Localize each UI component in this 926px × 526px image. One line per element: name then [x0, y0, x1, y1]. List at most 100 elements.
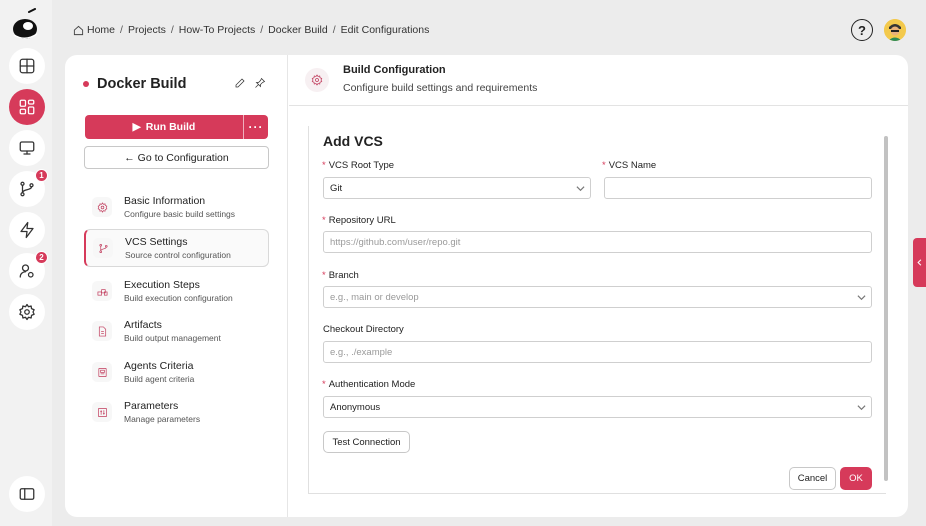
breadcrumb: Home / Projects / How-To Projects / Dock… [73, 24, 429, 36]
vcs-root-type-label: * VCS Root Type [322, 160, 394, 171]
breadcrumb-how-to-projects[interactable]: How-To Projects [179, 24, 255, 36]
form-scrollbar[interactable] [884, 136, 888, 481]
file-icon [92, 321, 112, 341]
repository-url-label: * Repository URL [322, 215, 396, 226]
nav-subtitle: Build execution configuration [124, 292, 233, 303]
nav-subtitle: Build agent criteria [124, 373, 195, 384]
label-text: Branch [328, 270, 359, 281]
label-text: VCS Name [608, 160, 657, 171]
label-text: Authentication Mode [328, 379, 416, 390]
checkout-directory-label: Checkout Directory [323, 324, 404, 335]
avatar-icon [884, 19, 906, 41]
breadcrumb-projects[interactable]: Projects [128, 24, 166, 36]
label-text: Repository URL [328, 215, 396, 226]
nav-title: Parameters [124, 399, 179, 412]
nav-execution-steps[interactable]: Execution Steps Build execution configur… [84, 272, 269, 310]
lightning-icon [20, 221, 34, 239]
vcs-name-input[interactable] [604, 177, 872, 199]
pin-icon[interactable] [254, 77, 266, 89]
go-to-configuration-button[interactable]: ← Go to Configuration [84, 146, 269, 169]
branch-select[interactable]: e.g., main or develop [323, 286, 872, 308]
chevron-down-icon [857, 293, 866, 302]
git-branch-icon [20, 181, 34, 197]
chevron-down-icon [576, 184, 585, 193]
branch-icon [93, 238, 113, 258]
vcs-name-label: * VCS Name [602, 160, 656, 171]
user-settings-icon [19, 264, 34, 278]
vcs-root-type-select[interactable]: Git [323, 177, 591, 199]
breadcrumb-current: Edit Configurations [340, 24, 430, 36]
collapse-panel-tab[interactable] [913, 238, 926, 287]
form-title: Add VCS [323, 133, 383, 149]
nav-subtitle: Build output management [124, 332, 221, 343]
breadcrumb-docker-build[interactable]: Docker Build [268, 24, 328, 36]
main-card: Docker Build ▶ Run Build ··· ← Go to Con… [65, 55, 908, 517]
repository-url-input[interactable]: https://github.com/user/repo.git [323, 231, 872, 253]
triggers-nav-button[interactable] [9, 212, 45, 248]
help-button[interactable]: ? [851, 19, 873, 41]
project-name: Docker Build [97, 76, 187, 92]
checkout-directory-input[interactable]: e.g., ./example [323, 341, 872, 363]
required-mark: * [602, 160, 606, 171]
run-build-more-button[interactable]: ··· [243, 115, 268, 139]
branches-badge: 1 [35, 169, 48, 182]
required-mark: * [322, 160, 326, 171]
projects-nav-button[interactable] [9, 89, 45, 125]
users-badge: 2 [35, 251, 48, 264]
nav-subtitle: Configure basic build settings [124, 208, 236, 219]
authentication-mode-value: Anonymous [330, 401, 381, 413]
chevron-left-icon [917, 259, 922, 266]
vcs-root-type-value: Git [330, 182, 343, 194]
app-logo-icon[interactable] [11, 8, 43, 42]
dashboard-nav-button[interactable] [9, 48, 45, 84]
branches-nav-button[interactable]: 1 [9, 169, 48, 207]
nav-title: Agents Criteria [124, 359, 194, 372]
branch-label: * Branch [322, 270, 359, 281]
avatar[interactable] [884, 19, 906, 41]
label-text: VCS Root Type [328, 160, 395, 171]
add-vcs-form: Add VCS * VCS Root Type Git * VCS Name * Re… [308, 126, 886, 494]
nav-artifacts[interactable]: Artifacts Build output management [84, 312, 269, 350]
required-mark: * [322, 215, 326, 226]
test-connection-button[interactable]: Test Connection [323, 431, 410, 453]
authentication-mode-select[interactable]: Anonymous [323, 396, 872, 418]
sidebar-toggle-icon [19, 488, 35, 500]
monitor-icon [19, 141, 35, 155]
edit-icon[interactable] [234, 77, 246, 89]
required-mark: * [322, 270, 326, 281]
users-nav-button[interactable]: 2 [9, 251, 48, 289]
run-build-main[interactable]: ▶ Run Build [85, 115, 243, 139]
nav-agents-criteria[interactable]: Agents Criteria Build agent criteria [84, 353, 269, 391]
gear-icon [92, 197, 112, 217]
nav-basic-information[interactable]: Basic Information Configure basic build … [84, 188, 269, 226]
section-gear-icon [305, 68, 329, 92]
cancel-button[interactable]: Cancel [789, 467, 836, 490]
nav-title: Execution Steps [124, 278, 200, 291]
gear-icon [19, 303, 35, 321]
config-sidebar: Docker Build ▶ Run Build ··· ← Go to Con… [65, 55, 288, 517]
breadcrumb-separator: / [120, 24, 123, 36]
nav-subtitle: Manage parameters [124, 413, 201, 424]
chevron-down-icon [857, 403, 866, 412]
project-title: Docker Build [83, 76, 186, 92]
nav-title: VCS Settings [125, 235, 188, 248]
nav-subtitle: Source control configuration [125, 249, 231, 260]
settings-nav-button[interactable] [9, 294, 45, 330]
breadcrumb-separator: / [260, 24, 264, 36]
ok-button[interactable]: OK [840, 467, 872, 490]
sidebar-toggle-button[interactable] [9, 476, 45, 512]
icon-rail: 1 2 [0, 0, 52, 526]
run-build-label: Run Build [145, 121, 196, 133]
steps-icon [92, 281, 112, 301]
nav-vcs-settings[interactable]: VCS Settings Source control configuratio… [84, 229, 269, 267]
monitor-nav-button[interactable] [9, 130, 45, 166]
breadcrumb-separator: / [332, 24, 336, 36]
breadcrumb-home[interactable]: Home [87, 24, 115, 36]
branch-placeholder: e.g., main or develop [330, 291, 419, 303]
header-divider [289, 105, 908, 106]
nav-parameters[interactable]: Parameters Manage parameters [84, 393, 269, 431]
section-subtitle: Configure build settings and requirement… [343, 82, 538, 94]
agent-icon [92, 362, 112, 382]
run-build-button[interactable]: ▶ Run Build ··· [85, 115, 268, 139]
status-dot [83, 81, 89, 87]
